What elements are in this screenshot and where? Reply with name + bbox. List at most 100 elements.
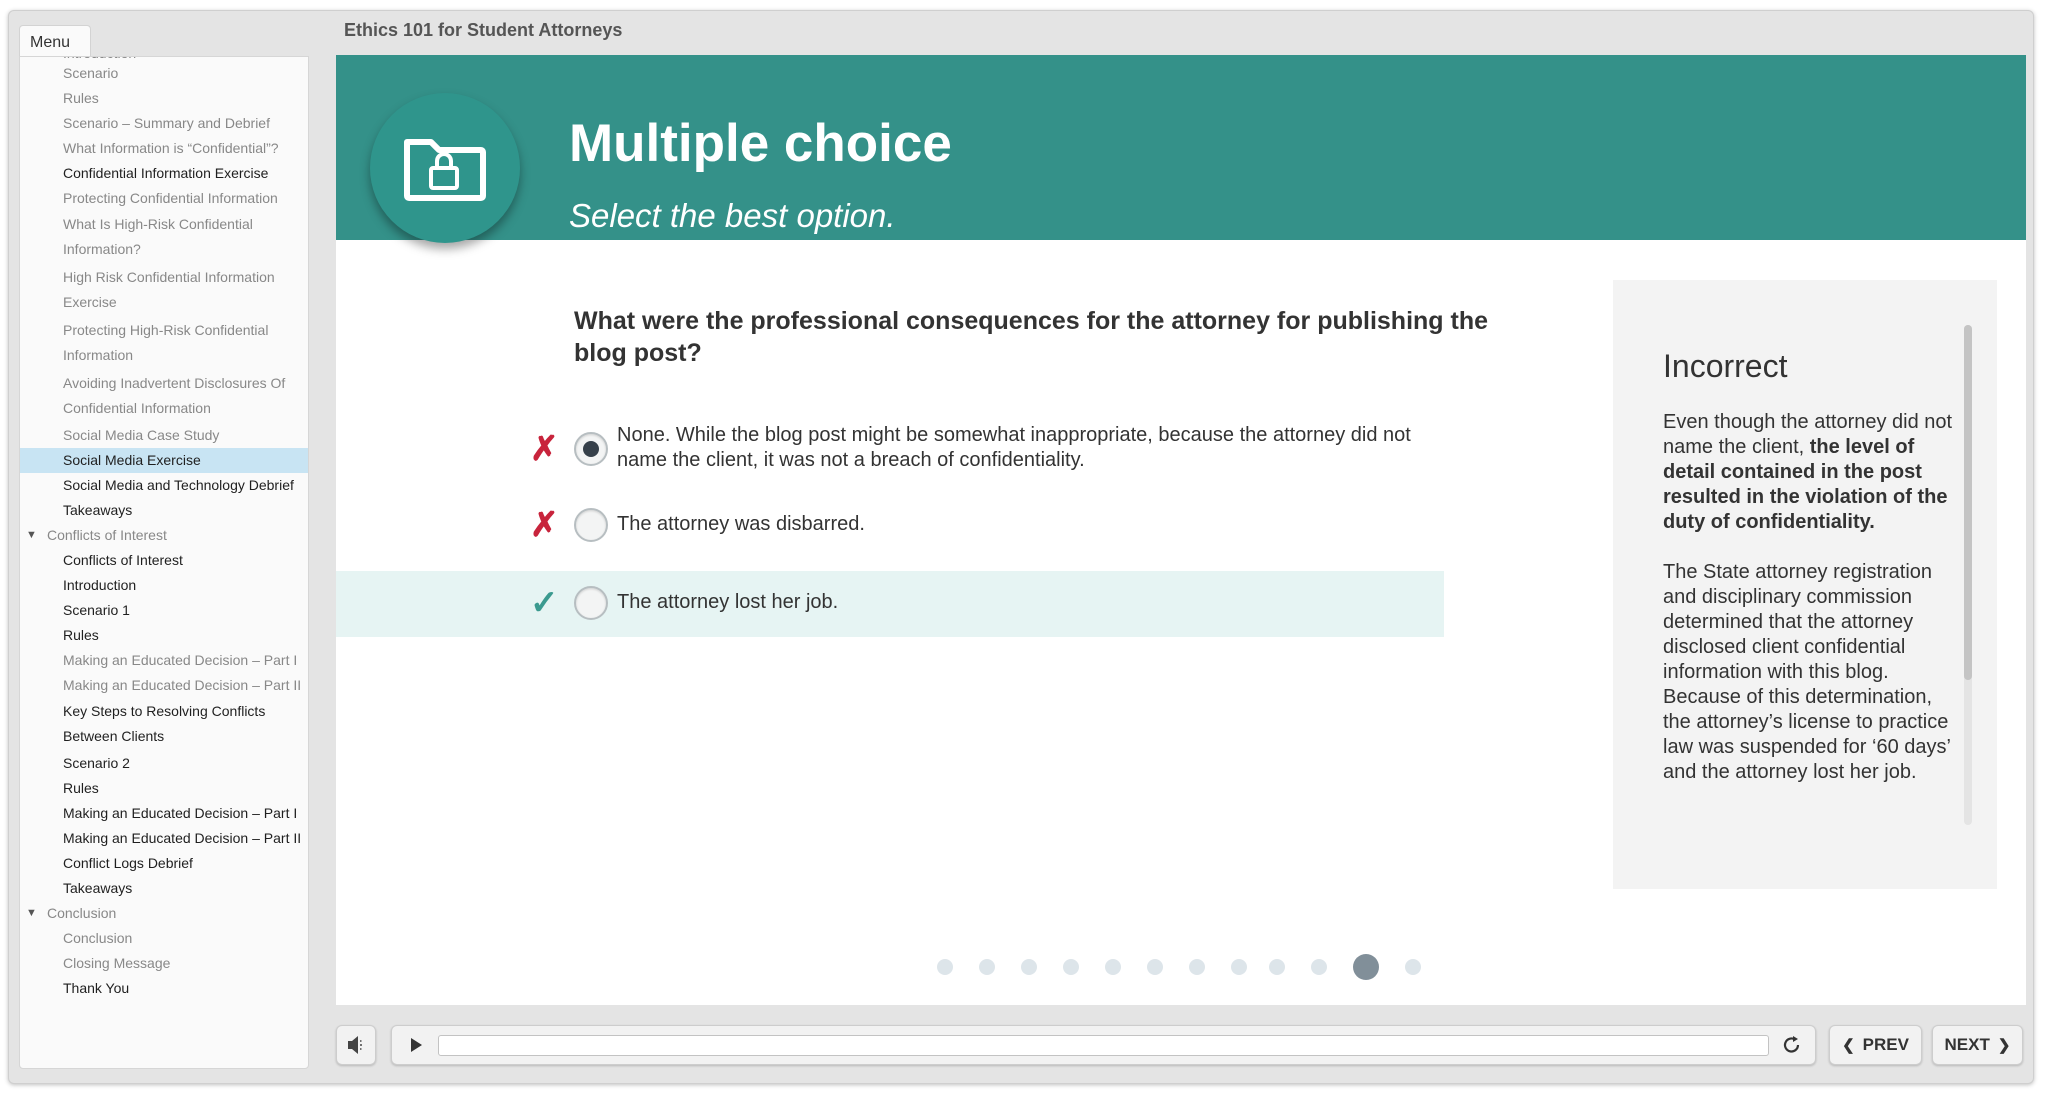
menu-tab[interactable]: Menu bbox=[19, 25, 91, 57]
answer-text-2: The attorney was disbarred. bbox=[617, 513, 865, 535]
menu-item-label: Rules bbox=[63, 627, 99, 643]
menu-item[interactable]: Scenario 2 bbox=[20, 751, 308, 776]
pagination-dot[interactable] bbox=[1021, 959, 1037, 975]
menu-item-label: Avoiding Inadvertent Disclosures Of Conf… bbox=[63, 375, 286, 416]
play-button[interactable] bbox=[402, 1033, 428, 1057]
menu-item[interactable]: What Is High-Risk Confidential Informati… bbox=[20, 211, 308, 264]
chevron-left-icon: ❮ bbox=[1842, 1037, 1855, 1054]
speaker-muted-icon bbox=[348, 1036, 362, 1054]
menu-item[interactable]: Rules bbox=[20, 623, 308, 648]
menu-item-label: Introduction bbox=[63, 577, 137, 593]
feedback-scrollbar[interactable] bbox=[1964, 325, 1972, 825]
menu-item-label: Key Steps to Resolving Conflicts Between… bbox=[63, 703, 266, 744]
menu-item[interactable]: Protecting Confidential Information bbox=[20, 186, 308, 211]
incorrect-x-icon: ✗ bbox=[530, 430, 559, 468]
menu-item[interactable]: Social Media and Technology Debrief bbox=[20, 473, 308, 498]
mute-button[interactable] bbox=[336, 1025, 376, 1065]
menu-item[interactable]: Conclusion bbox=[20, 926, 308, 951]
menu-item-label: Conclusion bbox=[63, 930, 133, 946]
menu-item[interactable]: Introduction bbox=[20, 573, 308, 598]
answer-option-3[interactable]: ✓ The attorney lost her job. bbox=[336, 571, 1444, 637]
menu-item[interactable]: Protecting High-Risk Confidential Inform… bbox=[20, 317, 308, 370]
pagination-dot[interactable] bbox=[1311, 959, 1327, 975]
pagination-dot[interactable] bbox=[1105, 959, 1121, 975]
prev-label: PREV bbox=[1862, 1035, 1909, 1054]
menu-section[interactable]: ▼ Conclusion bbox=[20, 901, 308, 926]
menu-item[interactable]: Key Steps to Resolving Conflicts Between… bbox=[20, 698, 308, 751]
play-icon bbox=[411, 1038, 422, 1052]
answer-option-1[interactable]: ✗ None. While the blog post might be som… bbox=[336, 412, 1444, 484]
menu-item-label: Making an Educated Decision – Part II bbox=[63, 830, 302, 846]
answer-radio-3[interactable] bbox=[574, 586, 608, 620]
replay-button[interactable] bbox=[1779, 1033, 1805, 1057]
collapse-triangle-icon[interactable]: ▼ bbox=[26, 523, 37, 548]
answer-option-2[interactable]: ✗ The attorney was disbarred. bbox=[336, 493, 1444, 559]
slide-pagination bbox=[937, 952, 1497, 982]
menu-item[interactable]: What Information is “Confidential”? bbox=[20, 136, 308, 161]
menu-item[interactable]: Scenario 1 bbox=[20, 598, 308, 623]
menu-item[interactable]: Social Media Exercise bbox=[20, 448, 308, 473]
collapse-triangle-icon[interactable]: ▼ bbox=[26, 901, 37, 926]
next-label: NEXT bbox=[1944, 1035, 1990, 1054]
feedback-scroll-thumb[interactable] bbox=[1964, 325, 1972, 680]
menu-item-label: Making an Educated Decision – Part I bbox=[63, 652, 298, 668]
seek-bar[interactable] bbox=[438, 1035, 1769, 1056]
pagination-dot[interactable] bbox=[1147, 959, 1163, 975]
menu-item[interactable]: Conflicts of Interest bbox=[20, 548, 308, 573]
menu-item-label: Scenario 1 bbox=[63, 602, 130, 618]
incorrect-x-icon: ✗ bbox=[530, 506, 559, 544]
menu-item[interactable]: Making an Educated Decision – Part II bbox=[20, 826, 308, 851]
menu-item-label: Rules bbox=[63, 780, 99, 796]
menu-panel[interactable]: Introduction Scenario Rules Scenario – Summ… bbox=[19, 56, 309, 1069]
menu-item[interactable]: Scenario – Summary and Debrief bbox=[20, 111, 308, 136]
menu-item[interactable]: Thank You bbox=[20, 976, 308, 1001]
answer-text-1: None. While the blog post might be somew… bbox=[617, 424, 1411, 471]
menu-item-label: High Risk Confidential Information Exerc… bbox=[63, 269, 275, 310]
menu-item-label: Protecting Confidential Information bbox=[63, 190, 278, 206]
menu-item[interactable]: Making an Educated Decision – Part I bbox=[20, 648, 308, 673]
menu-item[interactable]: Confidential Information Exercise bbox=[20, 161, 308, 186]
menu-item-label: What Information is “Confidential”? bbox=[63, 140, 279, 156]
pagination-dot[interactable] bbox=[1189, 959, 1205, 975]
menu-item[interactable]: Takeaways bbox=[20, 876, 308, 901]
menu-item-label: Social Media Case Study bbox=[63, 427, 220, 443]
menu-section[interactable]: ▼ Conflicts of Interest bbox=[20, 523, 308, 548]
answer-radio-2[interactable] bbox=[574, 508, 608, 542]
pagination-dot[interactable] bbox=[979, 959, 995, 975]
pagination-dot[interactable] bbox=[1231, 959, 1247, 975]
pagination-dot[interactable] bbox=[1405, 959, 1421, 975]
menu-item[interactable]: Scenario bbox=[20, 61, 308, 86]
pagination-dot[interactable] bbox=[937, 959, 953, 975]
menu-item[interactable]: Making an Educated Decision – Part I bbox=[20, 801, 308, 826]
menu-item[interactable]: Rules bbox=[20, 86, 308, 111]
course-title: Ethics 101 for Student Attorneys bbox=[344, 20, 623, 40]
menu-item-label: Conflicts of Interest bbox=[63, 552, 183, 568]
menu-item[interactable]: Rules bbox=[20, 776, 308, 801]
menu-item-label: Closing Message bbox=[63, 955, 171, 971]
lock-folder-icon bbox=[370, 93, 520, 243]
chevron-right-icon: ❯ bbox=[1997, 1037, 2011, 1054]
menu-item[interactable]: Making an Educated Decision – Part II bbox=[20, 673, 308, 698]
feedback-body: Even though the attorney did not name th… bbox=[1663, 410, 1953, 785]
feedback-paragraph-1: Even though the attorney did not name th… bbox=[1663, 410, 1953, 535]
pagination-dot[interactable] bbox=[1269, 959, 1285, 975]
menu-item[interactable]: Conflict Logs Debrief bbox=[20, 851, 308, 876]
slide-title: Multiple choice bbox=[569, 114, 952, 173]
pagination-dot[interactable] bbox=[1063, 959, 1079, 975]
menu-item-label: Confidential Information Exercise bbox=[63, 165, 269, 181]
menu-item[interactable]: High Risk Confidential Information Exerc… bbox=[20, 264, 308, 317]
menu-item[interactable]: Takeaways bbox=[20, 498, 308, 523]
feedback-paragraph-2: The State attorney registration and disc… bbox=[1663, 561, 1951, 783]
menu-item-label: What Is High-Risk Confidential Informati… bbox=[63, 216, 253, 257]
next-button[interactable]: NEXT ❯ bbox=[1932, 1025, 2023, 1065]
menu-item[interactable]: Closing Message bbox=[20, 951, 308, 976]
media-player-bar bbox=[391, 1025, 1816, 1065]
answer-radio-1[interactable] bbox=[574, 432, 608, 466]
prev-button[interactable]: ❮ PREV bbox=[1829, 1025, 1922, 1065]
replay-icon bbox=[1783, 1036, 1800, 1053]
feedback-panel: Incorrect Even though the attorney did n… bbox=[1613, 280, 1997, 889]
pagination-dot[interactable] bbox=[1353, 954, 1379, 980]
menu-item[interactable]: Social Media Case Study bbox=[20, 423, 308, 448]
feedback-title: Incorrect bbox=[1663, 348, 1788, 384]
menu-item[interactable]: Avoiding Inadvertent Disclosures Of Conf… bbox=[20, 370, 308, 423]
